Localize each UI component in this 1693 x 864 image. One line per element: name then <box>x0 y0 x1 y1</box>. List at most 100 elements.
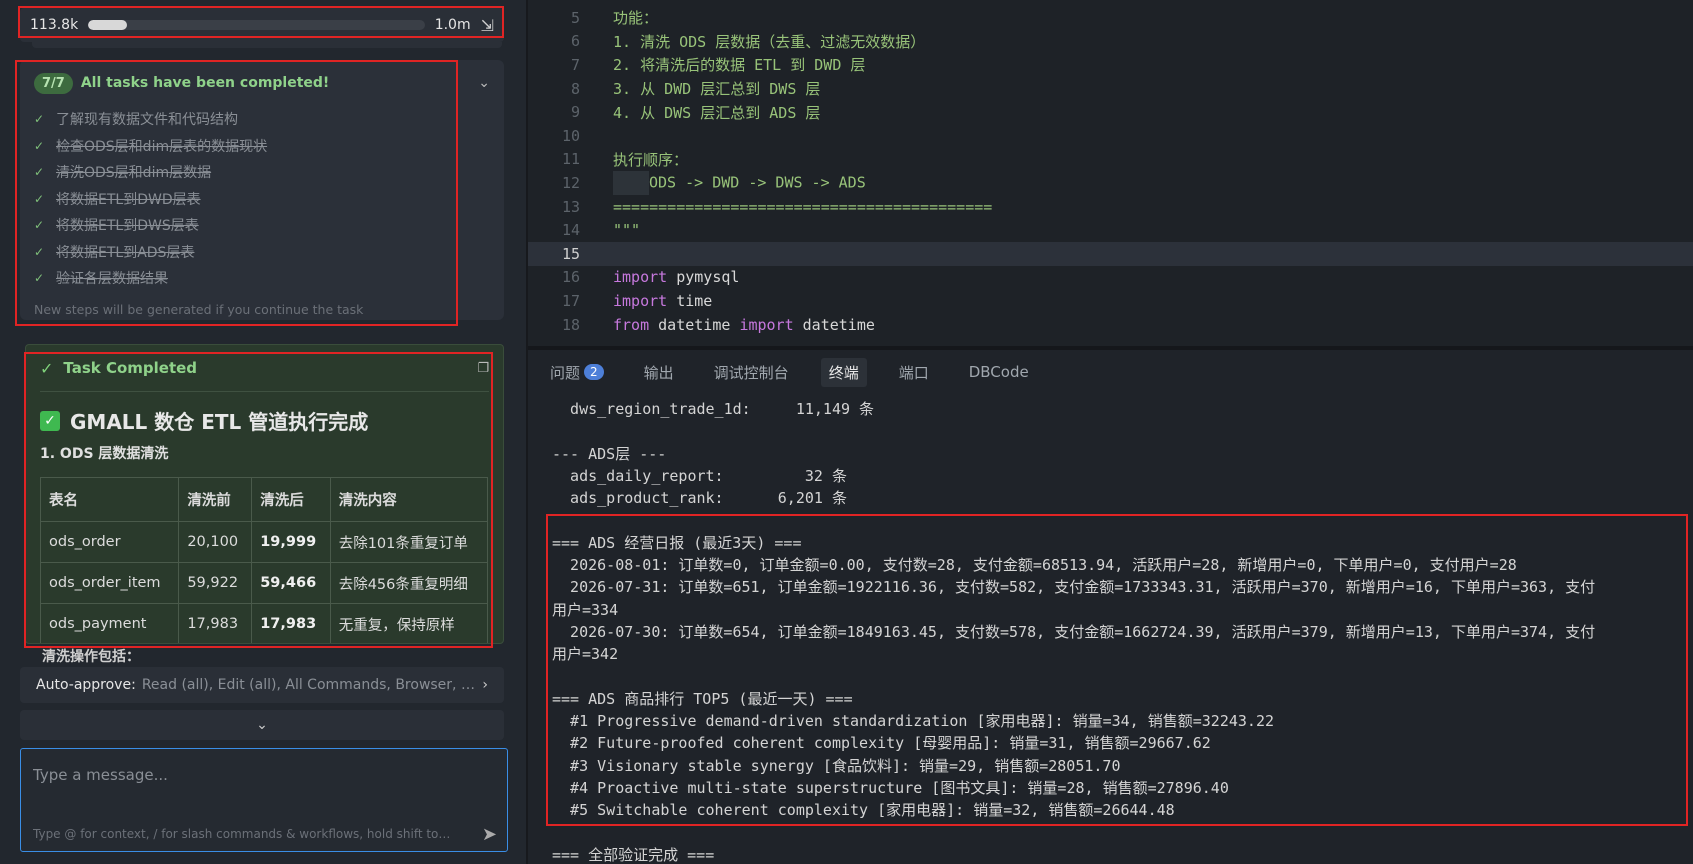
task-completed-title: Task Completed <box>63 359 198 377</box>
code-text: 2. 将清洗后的数据 ETL 到 DWD 层 <box>613 54 865 75</box>
code-line[interactable]: 6 1. 清洗 ODS 层数据（去重、过滤无效数据） <box>528 30 1693 54</box>
terminal-output[interactable]: dws_region_trade_1d: 11,149 条 --- ADS层 --… <box>552 398 1595 864</box>
code-line[interactable]: 16 import pymysql <box>528 266 1693 290</box>
task-label: 将数据ETL到ADS层表 <box>56 244 195 261</box>
task-list-header[interactable]: 7/7 All tasks have been completed! ⌄ <box>34 68 490 98</box>
table-cell: 59,466 <box>251 562 331 604</box>
task-item: ✓ 检查ODS层和dim层表的数据现状 <box>34 133 490 160</box>
task-label: 验证各层数据结果 <box>56 271 168 288</box>
code-line[interactable]: 12 ODS -> DWD -> DWS -> ADS <box>528 171 1693 195</box>
tab-4[interactable]: 端口 <box>891 358 937 387</box>
line-number: 8 <box>570 79 580 98</box>
line-number: 7 <box>570 55 580 74</box>
check-icon: ✓ <box>34 138 45 153</box>
code-text: ODS -> DWD -> DWS -> ADS <box>613 171 866 195</box>
code-text: 执行顺序： <box>613 149 688 170</box>
task-list-panel: 7/7 All tasks have been completed! ⌄ ✓ 了解… <box>20 60 504 320</box>
tab-3[interactable]: 终端 <box>820 357 867 387</box>
terminal-panel: 问题 2 输出 调试控制台 终端 端口 DBCode dws_region_trade_1d… <box>528 350 1693 864</box>
tab-label: 输出 <box>643 363 674 382</box>
table-cell: 去除456条重复明细 <box>329 562 489 604</box>
result-subheading: 1. ODS 层数据清洗 <box>40 446 169 462</box>
task-completed-header: ✓ Task Completed ❐ <box>40 357 489 379</box>
code-line[interactable]: 18 from datetime import datetime <box>528 313 1693 337</box>
table-cell: ods_order <box>39 521 180 563</box>
terminal-line: ads_product_rank: 6,201 条 <box>552 489 847 508</box>
auto-approve-bar[interactable]: Auto-approve: Read (all), Edit (all), Al… <box>20 667 504 703</box>
terminal-line: 用户=342 <box>552 645 619 664</box>
table-cell: 59,922 <box>178 562 253 604</box>
keyword: import <box>739 315 794 334</box>
terminal-line: 2026-07-30: 订单数=654, 订单金额=1849163.45, 支付… <box>552 622 1596 641</box>
table-header-cell: 清洗内容 <box>329 477 489 522</box>
docstring-text: 2. 将清洗后的数据 ETL 到 DWD 层 <box>613 56 866 75</box>
check-icon: ✓ <box>40 358 54 378</box>
terminal-line: #3 Visionary stable synergy [食品饮料]: 销量=2… <box>552 756 1121 775</box>
code-line[interactable]: 13 ======================================… <box>528 195 1693 219</box>
code-line[interactable]: 9 4. 从 DWS 层汇总到 ADS 层 <box>528 100 1693 124</box>
terminal-line: #4 Proactive multi-state superstructure … <box>552 779 1229 798</box>
line-number: 18 <box>561 315 580 334</box>
code-text: ========================================… <box>613 198 992 216</box>
context-bar-tail <box>32 42 502 48</box>
terminal-line: ads_daily_report: 32 条 <box>552 466 847 485</box>
code-line[interactable]: 7 2. 将清洗后的数据 ETL 到 DWD 层 <box>528 53 1693 77</box>
condense-icon[interactable]: ⇲ <box>481 16 494 35</box>
chevron-right-icon[interactable]: › <box>482 677 488 693</box>
code-line[interactable]: 5 功能： <box>528 6 1693 30</box>
table-cell: 无重复，保持原样 <box>329 603 489 643</box>
terminal-line: === ADS 经营日报 (最近3天) === <box>552 533 802 552</box>
send-icon[interactable]: ➤ <box>482 824 497 845</box>
terminal-line: === 全部验证完成 === <box>552 845 715 864</box>
docstring-text: 4. 从 DWS 层汇总到 ADS 层 <box>613 103 821 122</box>
table-header-cell: 清洗前 <box>178 477 253 522</box>
identifier: datetime <box>793 315 875 334</box>
code-line[interactable]: 10 <box>528 124 1693 148</box>
keyword: import <box>613 291 668 310</box>
code-line[interactable]: 8 3. 从 DWD 层汇总到 DWS 层 <box>528 77 1693 101</box>
table-cell: ods_order_item <box>39 562 180 604</box>
collapse-button[interactable]: ⌄ <box>20 710 504 740</box>
task-label: 检查ODS层和dim层表的数据现状 <box>56 138 268 155</box>
tab-0[interactable]: 问题 2 <box>542 358 612 387</box>
code-text: """ <box>613 221 640 239</box>
code-line[interactable]: 14 """ <box>528 218 1693 242</box>
context-max: 1.0m <box>434 17 471 33</box>
task-hint: New steps will be generated if you conti… <box>34 301 364 317</box>
tab-5[interactable]: DBCode <box>961 359 1037 385</box>
identifier: datetime <box>649 315 740 334</box>
code-editor[interactable]: 5 功能： 6 1. 清洗 ODS 层数据（去重、过滤无效数据） 7 2. 将清洗后的数据… <box>528 0 1693 346</box>
keyword: import <box>613 268 668 287</box>
tab-2[interactable]: 调试控制台 <box>706 358 797 387</box>
tab-1[interactable]: 输出 <box>636 358 682 387</box>
chevron-down-icon[interactable]: ⌄ <box>478 75 490 91</box>
table-row: ods_order_item 59,922 59,466 去除456条重复明细 <box>39 562 489 604</box>
docstring-text: ODS -> DWD -> DWS -> ADS <box>649 173 866 192</box>
message-hint: Type @ for context, / for slash commands… <box>33 827 453 841</box>
code-line[interactable]: 17 import time <box>528 289 1693 313</box>
tab-label: 问题 <box>550 363 581 382</box>
chevron-down-icon: ⌄ <box>256 717 268 733</box>
terminal-line: #5 Switchable coherent complexity [家用电器]… <box>552 801 1175 820</box>
code-text: 功能： <box>613 7 658 28</box>
task-item: ✓ 将数据ETL到DWD层表 <box>34 186 490 213</box>
code-line[interactable]: 11 执行顺序： <box>528 148 1693 172</box>
task-list-title: All tasks have been completed! <box>80 75 330 91</box>
line-number: 5 <box>570 8 580 27</box>
code-line[interactable]: 15 <box>528 242 1693 266</box>
chat-sidebar: 113.8k 1.0m ⇲ 7/7 All tasks have been co… <box>0 0 526 864</box>
table-header-cell: 清洗后 <box>251 477 331 522</box>
tab-label: 端口 <box>898 363 929 382</box>
code-text: from datetime import datetime <box>613 316 875 334</box>
identifier: pymysql <box>667 268 740 287</box>
indent-guide <box>613 171 649 195</box>
copy-icon[interactable]: ❐ <box>477 361 489 376</box>
line-number: 9 <box>570 103 580 122</box>
table-cell: 去除101条重复订单 <box>329 521 489 563</box>
terminal-line: === ADS 商品排行 TOP5 (最近一天) === <box>552 689 853 708</box>
code-text: import pymysql <box>613 268 739 286</box>
message-input[interactable] <box>33 766 495 784</box>
table-cell: 17,983 <box>178 603 253 643</box>
